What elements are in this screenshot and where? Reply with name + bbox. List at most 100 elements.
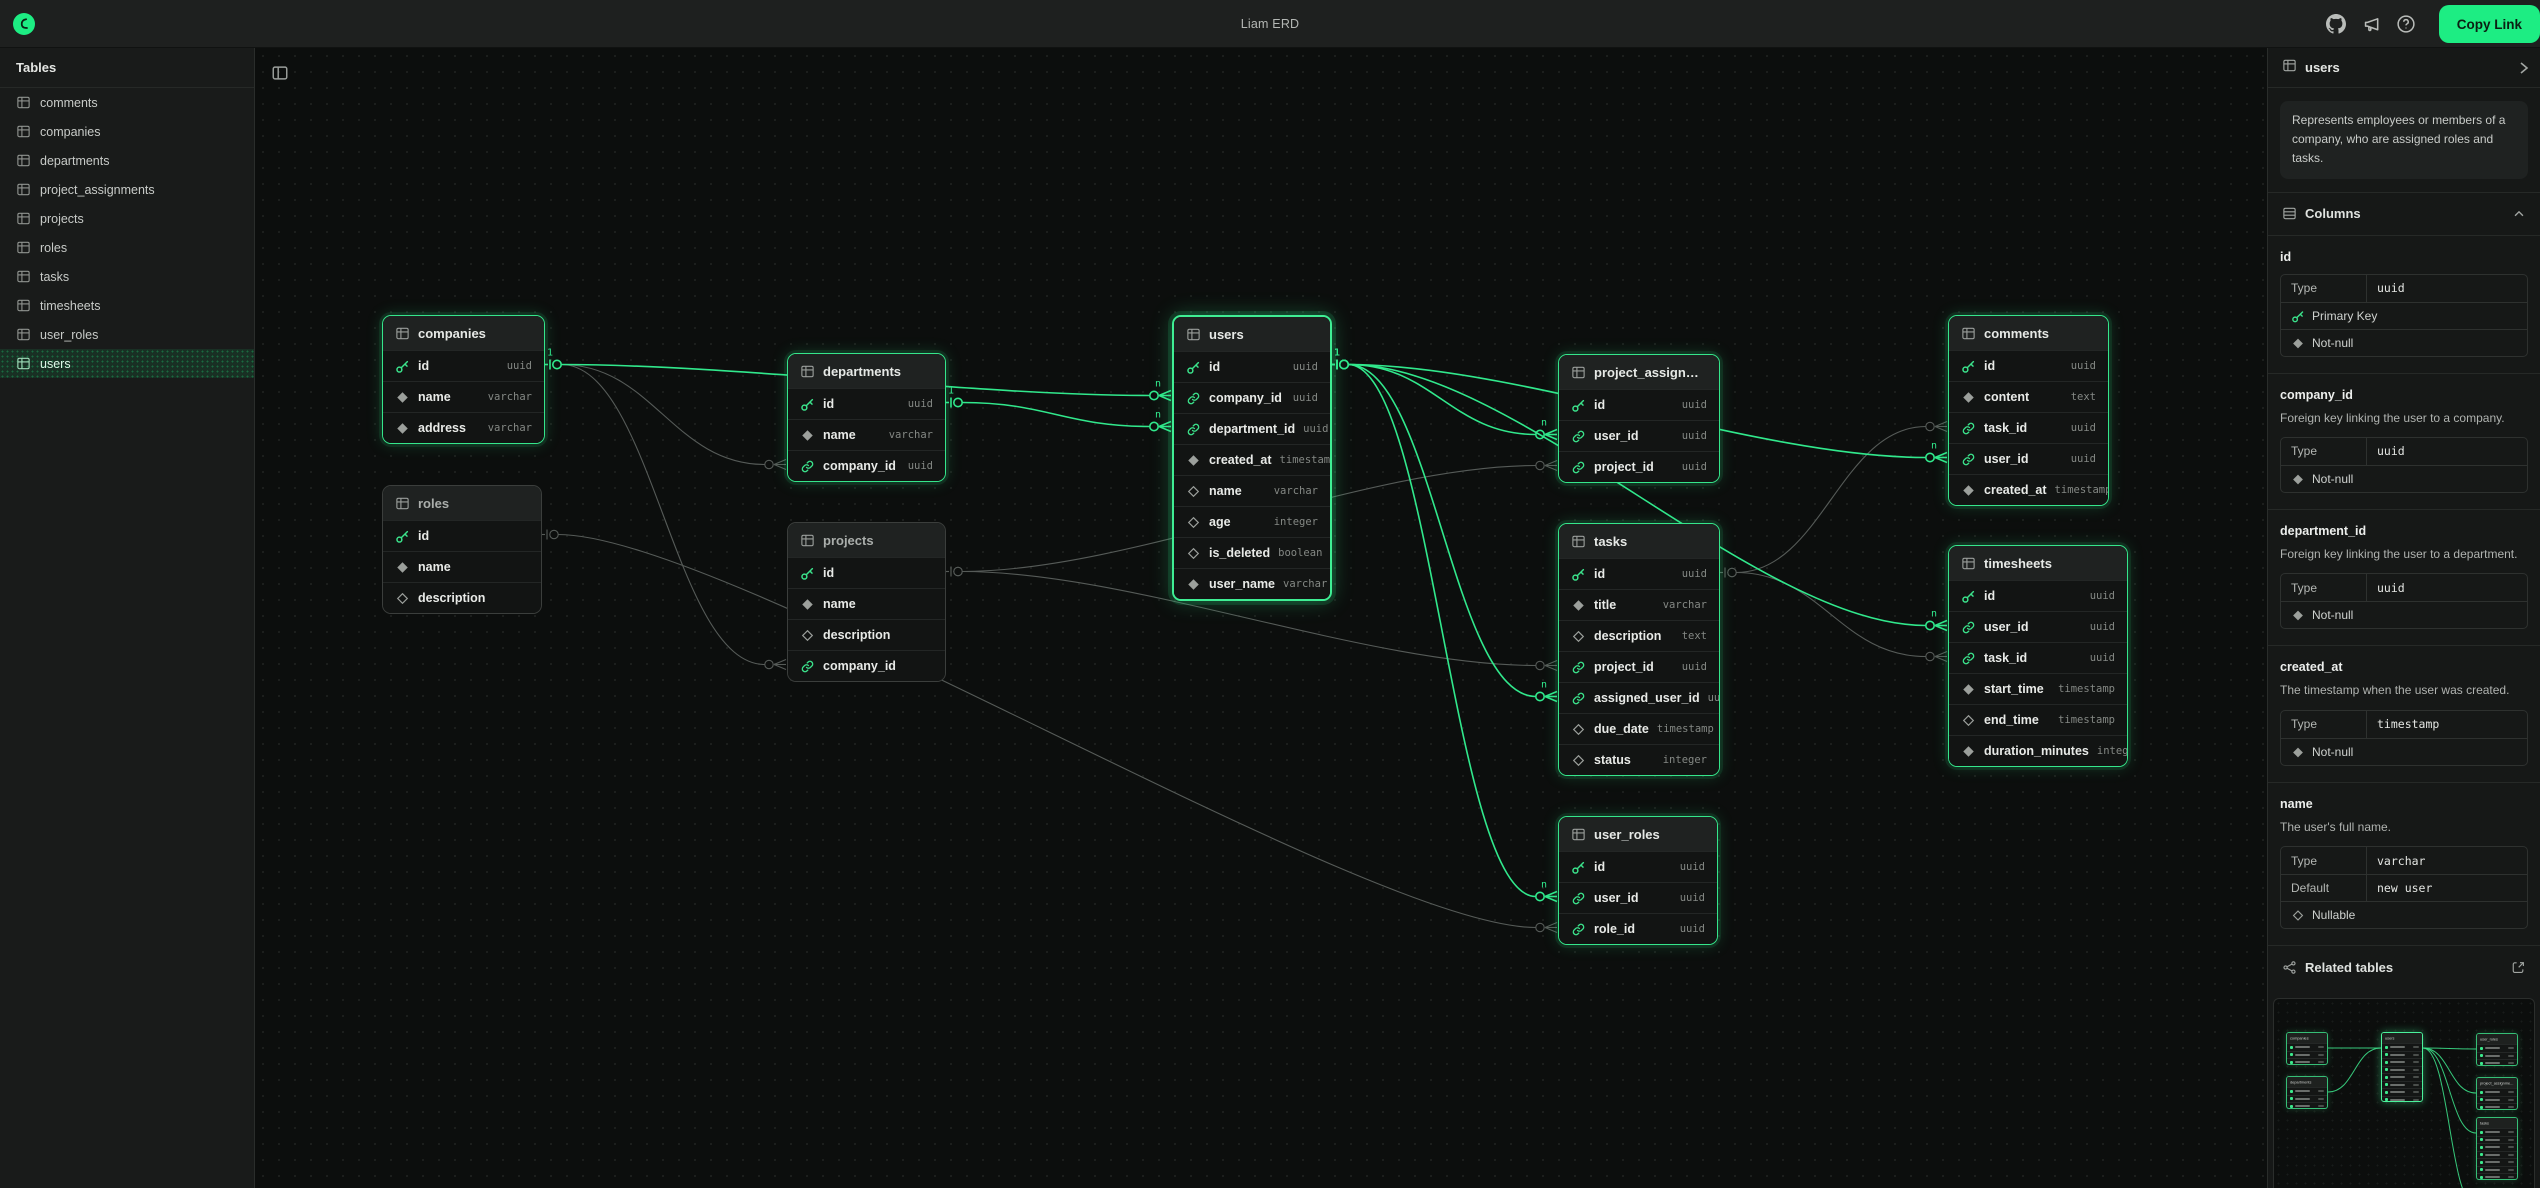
constraint-label: Not-null [2312,336,2353,350]
column-row-content[interactable]: contenttext [1949,381,2108,412]
column-row-id[interactable]: iduuid [1174,351,1330,382]
table-node-header[interactable]: tasks [1559,524,1719,558]
column-row-user_id[interactable]: user_iduuid [1949,443,2108,474]
sidebar-item-label: companies [40,125,100,139]
column-row-name[interactable]: namevarchar [1174,475,1330,506]
column-row-project_id[interactable]: project_iduuid [1559,451,1719,482]
table-node-header[interactable]: user_roles [1559,817,1717,851]
table-node-header[interactable]: roles [383,486,541,520]
column-row-age[interactable]: ageinteger [1174,506,1330,537]
column-row-company_id[interactable]: company_iduuid [788,450,945,481]
column-row-user_id[interactable]: user_iduuid [1949,611,2127,642]
column-row-user_id[interactable]: user_iduuid [1559,420,1719,451]
column-row-id[interactable]: iduuid [383,350,544,381]
table-node-header[interactable]: departments [788,354,945,388]
sidebar-item-roles[interactable]: roles [0,233,254,262]
sidebar-item-label: comments [40,96,98,110]
column-row-name[interactable]: name [788,588,945,619]
column-row-id[interactable]: id [383,520,541,551]
open-related-icon[interactable] [2511,960,2526,975]
column-row-name[interactable]: namevarchar [788,419,945,450]
column-properties-table: TypeuuidPrimary KeyNot-null [2280,274,2528,357]
panel-collapse-icon[interactable] [2516,60,2532,76]
column-row-user_name[interactable]: user_namevarchar [1174,568,1330,599]
constraint-badge: Nullable [2281,901,2527,928]
column-row-role_id[interactable]: role_iduuid [1559,913,1717,944]
table-node-header[interactable]: project_assignments [1559,355,1719,389]
column-row-assigned_user_id[interactable]: assigned_user_iduuid [1559,682,1719,713]
column-row-due_date[interactable]: due_datetimestamp [1559,713,1719,744]
table-node-header[interactable]: users [1174,317,1330,351]
sidebar-toggle-icon[interactable] [269,62,291,84]
column-row-status[interactable]: statusinteger [1559,744,1719,775]
column-row-address[interactable]: addressvarchar [383,412,544,443]
table-icon [16,211,31,226]
table-node-companies[interactable]: companiesiduuidnamevarcharaddressvarchar [382,315,545,444]
table-node-header[interactable]: projects [788,523,945,557]
sidebar-item-timesheets[interactable]: timesheets [0,291,254,320]
property-value: varchar [2367,854,2435,868]
minimap-table-name: departments [2287,1077,2327,1087]
table-node-projects[interactable]: projectsidnamedescriptioncompany_id [787,522,946,682]
column-row-id[interactable]: id [788,557,945,588]
chevron-up-icon[interactable] [2512,207,2526,221]
column-row-created_at[interactable]: created_attimestamp [1949,474,2108,505]
help-icon[interactable] [2396,14,2417,35]
foreign-key-icon [1961,620,1976,635]
column-row-end_time[interactable]: end_timetimestamp [1949,704,2127,735]
column-name: id [1984,359,1995,373]
column-row-id[interactable]: iduuid [788,388,945,419]
minimap-row [2382,1096,2422,1103]
column-row-department_id[interactable]: department_iduuid [1174,413,1330,444]
column-row-duration_minutes[interactable]: duration_minutesinteger [1949,735,2127,766]
table-node-user_roles[interactable]: user_rolesiduuiduser_iduuidrole_iduuid [1558,816,1718,945]
related-tables-minimap[interactable]: companiesdepartmentsusersuser_rolesproje… [2273,998,2535,1188]
sidebar-item-users[interactable]: users [0,349,254,378]
column-row-title[interactable]: titlevarchar [1559,589,1719,620]
sidebar-item-departments[interactable]: departments [0,146,254,175]
sidebar-item-project_assignments[interactable]: project_assignments [0,175,254,204]
column-row-is_deleted[interactable]: is_deletedboolean [1174,537,1330,568]
column-row-company_id[interactable]: company_iduuid [1174,382,1330,413]
sidebar-item-projects[interactable]: projects [0,204,254,233]
column-row-description[interactable]: description [383,582,541,613]
table-node-header[interactable]: timesheets [1949,546,2127,580]
column-name: user_id [1594,429,1638,443]
column-row-created_at[interactable]: created_attimestamp [1174,444,1330,475]
column-row-task_id[interactable]: task_iduuid [1949,642,2127,673]
column-row-id[interactable]: iduuid [1949,580,2127,611]
column-row-user_id[interactable]: user_iduuid [1559,882,1717,913]
column-row-id[interactable]: iduuid [1559,558,1719,589]
sidebar-item-comments[interactable]: comments [0,88,254,117]
copy-link-button[interactable]: Copy Link [2439,5,2540,43]
table-node-header[interactable]: companies [383,316,544,350]
sidebar-item-companies[interactable]: companies [0,117,254,146]
column-row-description[interactable]: description [788,619,945,650]
column-row-start_time[interactable]: start_timetimestamp [1949,673,2127,704]
column-row-name[interactable]: name [383,551,541,582]
column-row-company_id[interactable]: company_id [788,650,945,681]
table-node-departments[interactable]: departmentsiduuidnamevarcharcompany_iduu… [787,353,946,482]
sidebar-item-tasks[interactable]: tasks [0,262,254,291]
column-row-project_id[interactable]: project_iduuid [1559,651,1719,682]
table-node-tasks[interactable]: tasksiduuidtitlevarchardescriptiontextpr… [1558,523,1720,776]
columns-section-header[interactable]: Columns [2268,193,2540,235]
column-row-name[interactable]: namevarchar [383,381,544,412]
erd-canvas[interactable]: 1n1n1n1n1n1n1n companiesiduuidnamevarcha… [255,48,2267,1188]
megaphone-icon[interactable] [2361,14,2382,35]
column-row-id[interactable]: iduuid [1559,389,1719,420]
column-row-task_id[interactable]: task_iduuid [1949,412,2108,443]
table-node-project_assignments[interactable]: project_assignmentsiduuiduser_iduuidproj… [1558,354,1720,483]
column-row-description[interactable]: descriptiontext [1559,620,1719,651]
minimap-col-bar [2390,1076,2405,1078]
table-node-users[interactable]: usersiduuidcompany_iduuiddepartment_iduu… [1172,315,1332,601]
column-row-id[interactable]: iduuid [1559,851,1717,882]
column-row-id[interactable]: iduuid [1949,350,2108,381]
table-node-header[interactable]: comments [1949,316,2108,350]
table-node-comments[interactable]: commentsiduuidcontenttexttask_iduuiduser… [1948,315,2109,506]
minimap-col-icon [2480,1138,2483,1141]
github-icon[interactable] [2326,14,2347,35]
table-node-roles[interactable]: rolesidnamedescription [382,485,542,614]
table-node-timesheets[interactable]: timesheetsiduuiduser_iduuidtask_iduuidst… [1948,545,2128,767]
sidebar-item-user_roles[interactable]: user_roles [0,320,254,349]
